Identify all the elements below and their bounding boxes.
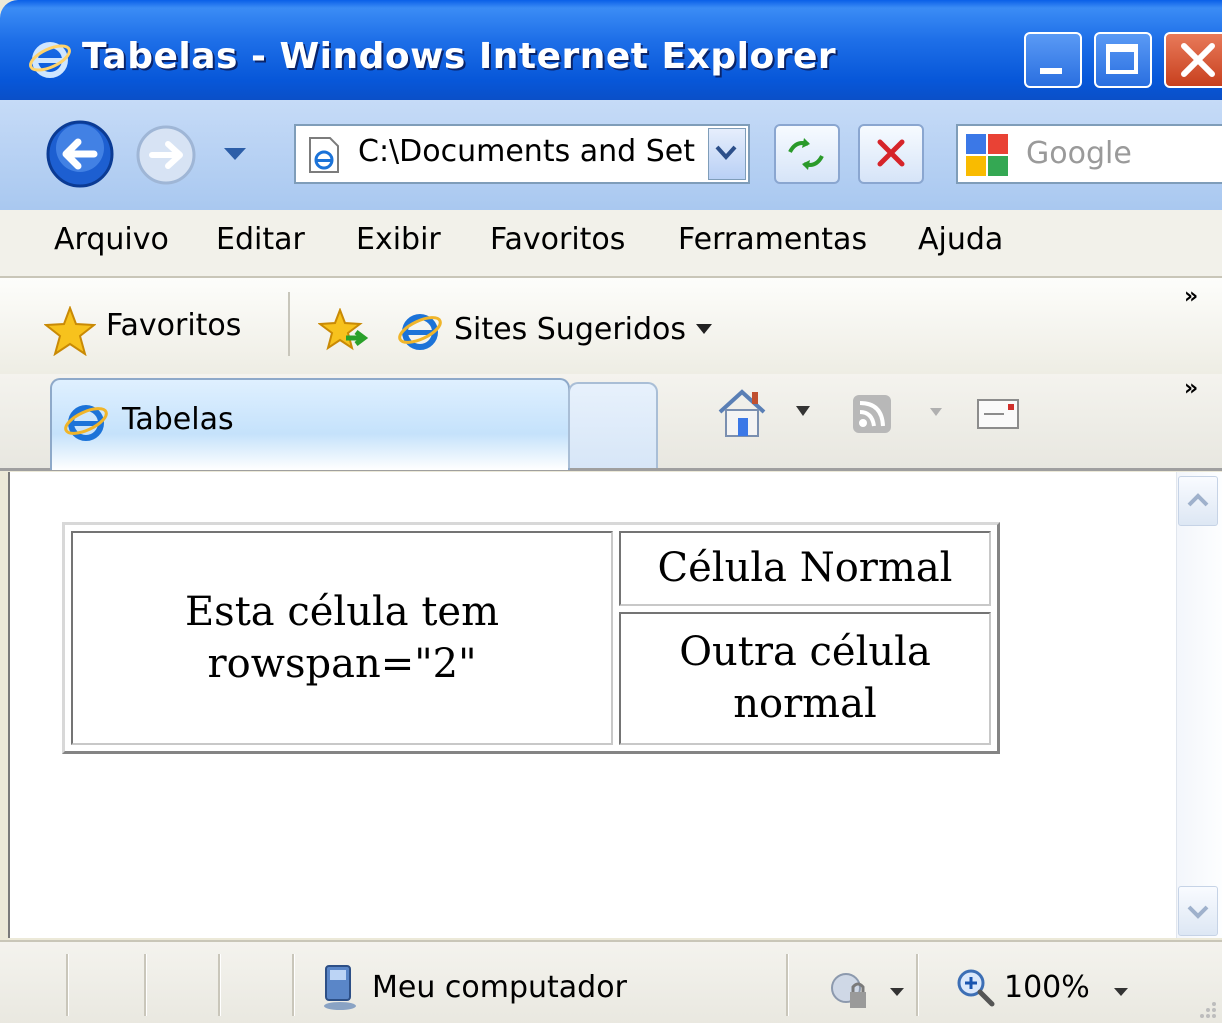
new-tab-button[interactable] <box>568 382 658 468</box>
ie-logo-icon <box>29 42 71 78</box>
address-bar[interactable]: C:\Documents and Set <box>294 124 750 184</box>
window-title: Tabelas - Windows Internet Explorer <box>82 36 837 77</box>
address-text[interactable]: C:\Documents and Set <box>358 134 708 169</box>
chevron-down-icon <box>1187 905 1209 919</box>
minimize-icon <box>1040 68 1062 74</box>
menu-ferramentas[interactable]: Ferramentas <box>678 222 867 257</box>
rowspan-cell: Esta célula tem rowspan="2" <box>71 531 613 745</box>
menu-exibir[interactable]: Exibir <box>356 222 441 257</box>
status-divider <box>218 954 221 1016</box>
favorites-separator <box>288 292 290 356</box>
refresh-button[interactable] <box>774 124 840 184</box>
ie-suggested-sites-icon <box>398 314 442 350</box>
forward-button[interactable] <box>128 122 210 188</box>
address-dropdown-button[interactable] <box>708 128 746 180</box>
rowspan-cell-line1: Esta célula tem <box>184 589 500 635</box>
zoom-magnifier-icon[interactable] <box>954 966 998 1008</box>
search-box[interactable]: Google <box>956 124 1222 184</box>
suggested-sites-chevron-down-icon[interactable] <box>694 322 714 336</box>
refresh-icon <box>788 138 824 170</box>
maximize-icon <box>1106 44 1138 74</box>
google-logo-icon <box>966 134 1008 176</box>
menu-ajuda[interactable]: Ajuda <box>918 222 1003 257</box>
tab-label[interactable]: Tabelas <box>122 402 234 437</box>
normal-cell-text: Célula Normal <box>657 545 953 592</box>
status-divider <box>144 954 147 1016</box>
other-cell-line1: Outra célula <box>679 629 931 676</box>
computer-zone-icon <box>324 965 356 1010</box>
menu-favoritos[interactable]: Favoritos <box>490 222 625 257</box>
security-zone-label[interactable]: Meu computador <box>372 970 627 1005</box>
mail-icon[interactable] <box>976 398 1020 430</box>
close-button[interactable] <box>1164 32 1222 88</box>
add-to-favorites-icon[interactable] <box>318 308 372 354</box>
stop-icon <box>877 139 905 167</box>
status-divider <box>292 954 295 1016</box>
home-chevron-down-icon[interactable] <box>794 404 812 418</box>
favorites-overflow-icon[interactable]: » <box>1184 284 1198 309</box>
browser-window: Tabelas - Windows Internet Explorer C:\D… <box>0 0 1222 1023</box>
status-divider <box>66 954 69 1016</box>
favorites-star-icon[interactable] <box>44 306 96 356</box>
close-icon <box>1181 43 1215 77</box>
scroll-down-button[interactable] <box>1178 886 1218 936</box>
other-cell-line2: normal <box>733 681 877 728</box>
zoom-level[interactable]: 100% <box>1004 970 1090 1005</box>
suggested-sites-button[interactable]: Sites Sugeridos <box>454 312 686 347</box>
chevron-up-icon <box>1187 493 1209 507</box>
command-bar-overflow-icon[interactable]: » <box>1184 376 1198 401</box>
page-icon <box>309 137 339 173</box>
maximize-button[interactable] <box>1094 32 1152 88</box>
stop-button[interactable] <box>858 124 924 184</box>
ie-tab-icon <box>64 405 108 441</box>
status-divider <box>916 954 919 1016</box>
resize-grip-icon[interactable] <box>1196 998 1218 1020</box>
zoom-chevron-down-icon[interactable] <box>1112 986 1130 998</box>
menu-editar[interactable]: Editar <box>216 222 305 257</box>
scroll-up-button[interactable] <box>1178 476 1218 526</box>
other-normal-cell: Outra célula normal <box>619 611 991 745</box>
chevron-down-icon <box>715 145 737 160</box>
normal-cell: Célula Normal <box>619 531 991 606</box>
recent-pages-chevron-down-icon[interactable] <box>222 144 248 164</box>
status-divider <box>786 954 789 1016</box>
home-icon[interactable] <box>714 386 770 438</box>
rowspan-table: Esta célula tem rowspan="2" Célula Norma… <box>62 522 1000 754</box>
favorites-button[interactable]: Favoritos <box>106 308 241 343</box>
protected-mode-chevron-down-icon[interactable] <box>888 986 906 998</box>
rss-feed-icon[interactable] <box>852 394 892 434</box>
rowspan-cell-line2: rowspan="2" <box>207 641 477 687</box>
protected-mode-lock-icon[interactable] <box>826 970 872 1012</box>
minimize-button[interactable] <box>1024 32 1082 88</box>
back-button[interactable] <box>38 118 128 190</box>
feed-chevron-down-icon[interactable] <box>928 406 944 418</box>
table-row: Esta célula tem rowspan="2" Célula Norma… <box>71 531 991 745</box>
menu-arquivo[interactable]: Arquivo <box>54 222 169 257</box>
vertical-scrollbar[interactable] <box>1176 472 1222 938</box>
search-input[interactable]: Google <box>1026 136 1132 171</box>
